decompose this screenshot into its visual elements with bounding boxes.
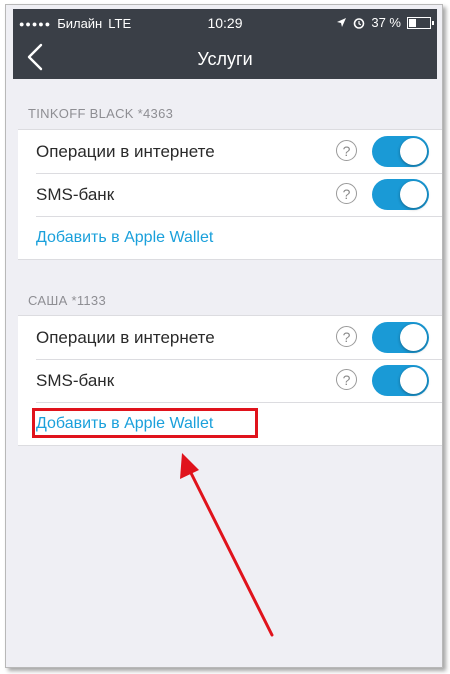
screenshot-frame: ●●●●● Билайн LTE 10:29 37 % Услуги TINKO… (5, 4, 443, 668)
annotation-arrow-icon (180, 453, 274, 637)
